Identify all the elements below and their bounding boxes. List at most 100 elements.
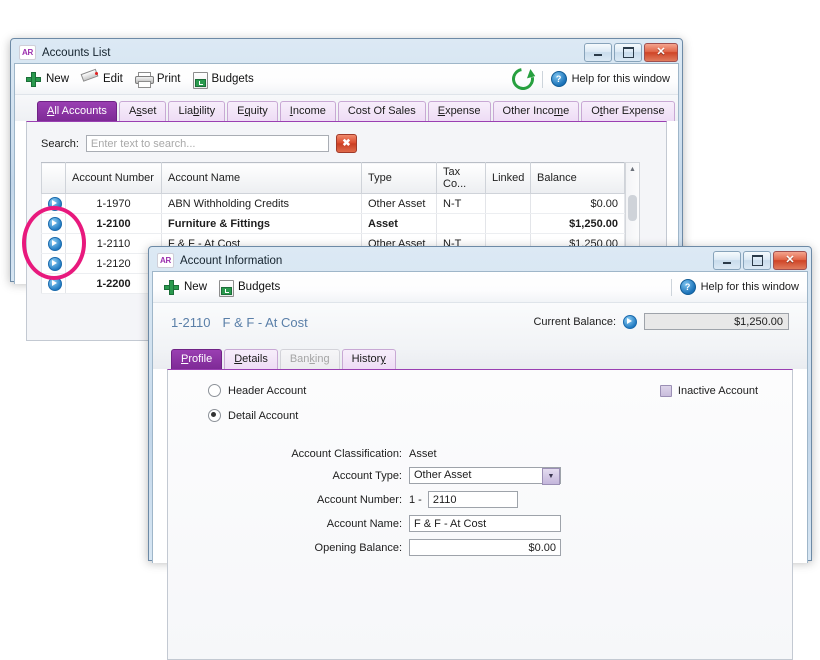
refresh-icon[interactable] <box>507 63 538 95</box>
cell-type: Asset <box>361 213 437 234</box>
account-number-display: 1-2110 <box>171 315 211 330</box>
tab-history[interactable]: History <box>341 349 396 369</box>
clear-search-button[interactable]: ✖ <box>335 134 357 153</box>
account-information-toolbar: New Budgets ? Help for this window <box>153 272 807 303</box>
maximize-button[interactable] <box>614 43 642 62</box>
row-arrow-button[interactable] <box>41 273 66 294</box>
row-arrow-button[interactable] <box>41 193 66 214</box>
cell-tax-code: N-T <box>436 193 486 214</box>
col-account-number[interactable]: Account Number <box>65 162 162 194</box>
tab-liability[interactable]: Liability <box>168 101 226 121</box>
row-arrow-icon <box>48 216 62 231</box>
new-button[interactable]: New <box>23 70 78 89</box>
accounts-list-titlebar[interactable]: AR Accounts List ✕ <box>14 42 679 63</box>
inactive-account-checkbox[interactable] <box>659 385 672 397</box>
row-arrow-button[interactable] <box>41 233 66 254</box>
help-button[interactable]: ? Help for this window <box>679 279 799 295</box>
app-badge-icon: AR <box>19 45 36 60</box>
budgets-button[interactable]: Budgets <box>190 70 263 89</box>
col-tax-code[interactable]: Tax Co... <box>436 162 486 194</box>
close-button[interactable]: ✕ <box>773 251 807 270</box>
new-button[interactable]: New <box>161 278 216 297</box>
col-account-name[interactable]: Account Name <box>161 162 362 194</box>
new-button-label: New <box>184 281 208 293</box>
budgets-button-label: Budgets <box>238 281 281 293</box>
printer-icon <box>134 72 154 88</box>
tab-expense[interactable]: Expense <box>427 101 491 121</box>
toolbar-right-group: ? Help for this window <box>670 272 799 302</box>
tab-profile[interactable]: Profile <box>171 349 223 369</box>
cell-account-name: Furniture & Fittings <box>161 213 362 234</box>
account-number-input[interactable]: 2110 <box>427 491 518 508</box>
minimize-icon <box>594 54 602 56</box>
detail-account-radio[interactable] <box>208 409 221 422</box>
account-classification-label: Account Classification: <box>291 448 402 460</box>
account-information-window-controls: ✕ <box>713 251 807 270</box>
account-information-title: Account Information <box>180 254 283 267</box>
chevron-down-icon[interactable]: ▼ <box>542 468 560 485</box>
search-label: Search: <box>41 137 79 150</box>
account-name-label: Account Name: <box>326 517 402 530</box>
budget-icon <box>192 71 208 89</box>
row-arrow-icon <box>48 276 62 291</box>
print-button-label: Print <box>156 73 181 85</box>
row-arrow-icon <box>48 196 62 211</box>
toolbar-divider <box>670 278 672 296</box>
budgets-button-label: Budgets <box>211 73 254 85</box>
close-icon: ✕ <box>656 46 666 58</box>
edit-button[interactable]: Edit <box>78 68 132 88</box>
budgets-button[interactable]: Budgets <box>216 278 289 297</box>
scroll-up-icon[interactable]: ▲ <box>626 163 639 176</box>
cell-account-number: 1-1970 <box>65 193 162 214</box>
col-type[interactable]: Type <box>361 162 437 194</box>
maximize-icon <box>622 47 634 58</box>
account-number-row: Account Number: 1 - 2110 <box>184 491 776 508</box>
close-button[interactable]: ✕ <box>644 43 678 62</box>
tab-equity[interactable]: Equity <box>227 101 278 121</box>
opening-balance-input[interactable]: $0.00 <box>409 539 561 556</box>
inactive-account-group[interactable]: Inactive Account <box>659 385 758 397</box>
account-information-window: AR Account Information ✕ New Budgets ? H… <box>148 246 812 660</box>
account-type-row: Account Type: Other Asset ▼ <box>184 467 776 485</box>
tab-asset[interactable]: Asset <box>118 101 167 121</box>
search-input[interactable]: Enter text to search... <box>85 135 329 152</box>
row-arrow-button[interactable] <box>41 253 66 274</box>
col-select[interactable] <box>41 162 66 194</box>
tab-cost-of-sales[interactable]: Cost Of Sales <box>337 101 426 121</box>
header-account-radio[interactable] <box>208 384 221 397</box>
col-balance[interactable]: Balance <box>530 162 625 194</box>
col-linked[interactable]: Linked <box>485 162 531 194</box>
edit-button-label: Edit <box>103 73 123 85</box>
tab-income[interactable]: Income <box>279 101 336 121</box>
app-badge-icon: AR <box>157 253 174 268</box>
profile-form-panel: Inactive Account Header Account Detail A… <box>167 369 793 660</box>
tab-other-expense[interactable]: Other Expense <box>581 101 675 121</box>
minimize-button[interactable] <box>584 43 612 62</box>
help-button[interactable]: ? Help for this window <box>550 71 670 87</box>
row-arrow-button[interactable] <box>41 213 66 234</box>
detail-account-option[interactable]: Detail Account <box>208 409 776 422</box>
cell-balance: $1,250.00 <box>530 213 625 234</box>
toolbar-right-group: ? Help for this window <box>507 63 670 95</box>
table-header-row: Account Number Account Name Type Tax Co.… <box>41 162 625 194</box>
account-number-prefix: 1 - <box>409 493 422 506</box>
table-row[interactable]: 1-1970 ABN Withholding Credits Other Ass… <box>41 193 625 214</box>
row-arrow-icon <box>48 256 62 271</box>
minimize-button[interactable] <box>713 251 741 270</box>
pencil-icon <box>80 68 99 86</box>
current-balance-arrow-icon[interactable] <box>623 314 637 329</box>
detail-account-label: Detail Account <box>228 409 299 422</box>
tab-details[interactable]: Details <box>224 349 278 369</box>
scrollbar-thumb[interactable] <box>628 195 637 221</box>
cell-account-number: 1-2100 <box>65 213 162 234</box>
account-information-titlebar[interactable]: AR Account Information ✕ <box>152 250 808 271</box>
account-type-value: Other Asset <box>414 469 472 481</box>
maximize-button[interactable] <box>743 251 771 270</box>
account-type-select[interactable]: Other Asset ▼ <box>409 467 561 485</box>
account-name-input[interactable]: F & F - At Cost <box>409 515 561 532</box>
tab-all-accounts[interactable]: All Accounts <box>37 101 117 121</box>
tab-other-income[interactable]: Other Income <box>492 101 580 121</box>
print-button[interactable]: Print <box>132 70 190 88</box>
account-classification-value: Asset <box>409 448 437 460</box>
table-row[interactable]: 1-2100 Furniture & Fittings Asset $1,250… <box>41 213 625 234</box>
